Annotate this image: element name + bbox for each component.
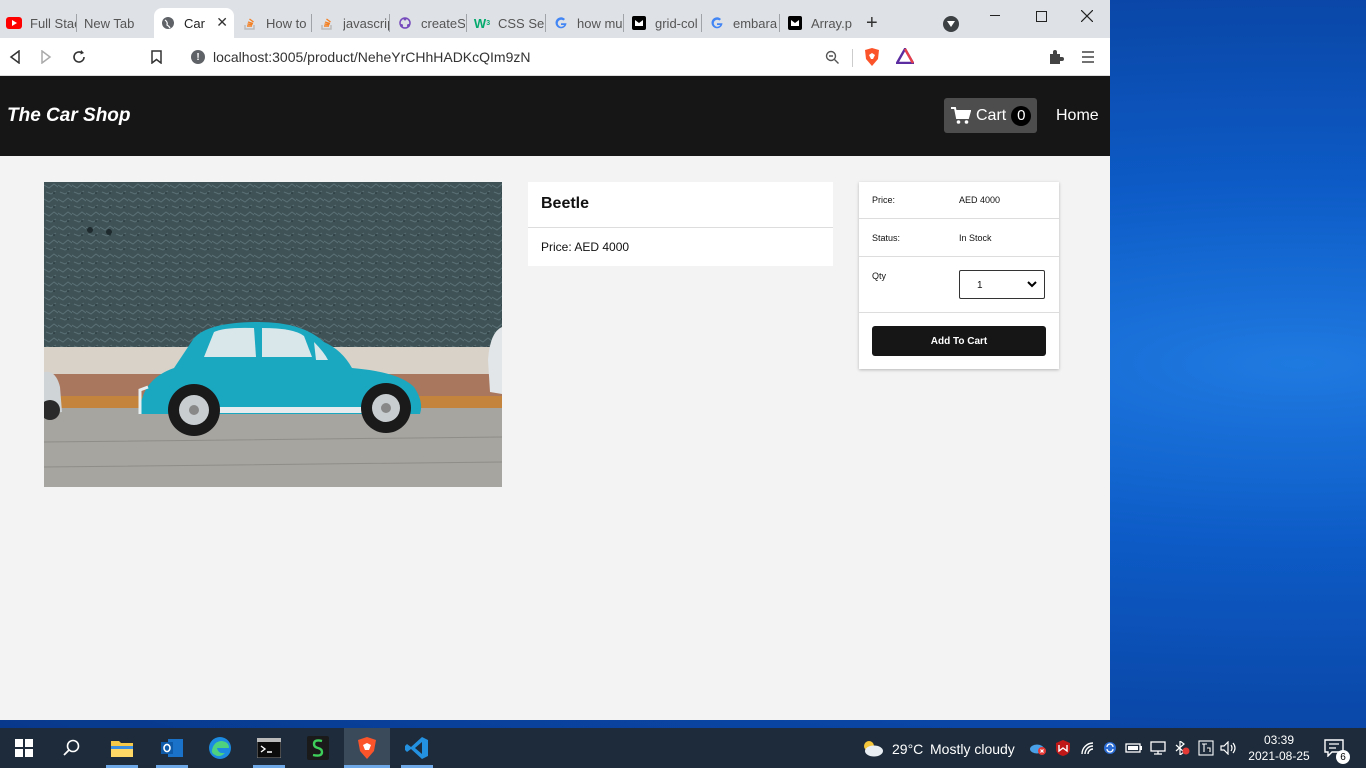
redux-icon: [397, 15, 413, 31]
purchase-card: Price: AED 4000 Status: In Stock Qty 1 A…: [859, 182, 1059, 369]
terminal-icon[interactable]: [257, 736, 281, 760]
globe-icon: [160, 15, 176, 31]
minimize-icon[interactable]: [972, 0, 1018, 32]
address-bar[interactable]: ! localhost:3005/product/NeheYrCHhHADKcQ…: [180, 42, 924, 72]
maximize-icon[interactable]: [1018, 0, 1064, 32]
status-value: In Stock: [959, 233, 992, 243]
tab-car-active[interactable]: Car ✕: [154, 8, 234, 38]
windows-taskbar: 29°C Mostly cloudy 03:39 2021-08-25 6: [0, 728, 1366, 768]
mcafee-icon[interactable]: [1053, 736, 1073, 760]
price-label: Price:: [872, 195, 896, 205]
bookmark-icon[interactable]: [145, 46, 167, 68]
vscode-icon[interactable]: [405, 736, 429, 760]
forward-icon[interactable]: [35, 46, 57, 68]
tab-strip: Full Stac New Tab Car ✕ How to javascrip…: [0, 0, 1110, 38]
back-icon[interactable]: [4, 46, 26, 68]
sync-icon[interactable]: [1100, 736, 1120, 760]
qty-selected-value: 1: [977, 280, 983, 291]
brave-rewards-icon[interactable]: [894, 46, 916, 69]
qty-select[interactable]: 1: [959, 270, 1045, 299]
tab-embarassing[interactable]: embara: [703, 8, 779, 38]
file-explorer-icon[interactable]: [110, 736, 134, 760]
add-to-cart-button[interactable]: Add To Cart: [872, 326, 1046, 356]
clock-date: 2021-08-25: [1248, 749, 1310, 763]
tab-css-selector[interactable]: W3 CSS Sel: [468, 8, 544, 38]
status-label: Status:: [872, 233, 901, 243]
tab-array-prototype[interactable]: Array.p: [781, 8, 857, 38]
plus-icon: +: [866, 11, 878, 34]
bluetooth-off-icon[interactable]: [1172, 736, 1192, 760]
edge-icon[interactable]: [208, 736, 232, 760]
extensions-icon[interactable]: [1045, 46, 1067, 68]
new-tab-button[interactable]: +: [866, 8, 888, 38]
close-tab-icon[interactable]: ✕: [216, 14, 228, 31]
search-icon[interactable]: [60, 736, 84, 760]
reload-icon[interactable]: [68, 46, 90, 68]
cart-icon: [951, 106, 971, 124]
system-clock[interactable]: 03:39 2021-08-25: [1242, 732, 1316, 764]
brave-icon[interactable]: [355, 736, 379, 760]
qty-label: Qty: [872, 271, 887, 281]
notification-count-badge: 6: [1336, 750, 1350, 764]
windows-start-icon[interactable]: [12, 736, 36, 760]
product-price: Price: AED 4000: [541, 240, 630, 254]
github-icon: [631, 15, 647, 31]
notifications-icon[interactable]: 6: [1322, 736, 1350, 764]
mdn-icon: [787, 15, 803, 31]
tab-javascript[interactable]: javascrip: [313, 8, 389, 38]
stackoverflow-icon: [242, 15, 258, 31]
divider: [528, 227, 833, 228]
product-title: Beetle: [541, 195, 590, 212]
brand-logo[interactable]: The Car Shop: [7, 105, 131, 127]
w3schools-icon: W3: [473, 15, 491, 31]
clock-time: 03:39: [1263, 733, 1295, 747]
divider: [859, 256, 1059, 257]
tab-search-icon[interactable]: [943, 16, 959, 32]
cart-label: Cart: [976, 106, 1007, 124]
outlook-icon[interactable]: [160, 736, 184, 760]
home-link[interactable]: Home: [1056, 107, 1099, 125]
product-details-card: Beetle Price: AED 4000: [528, 182, 833, 266]
product-image: [44, 182, 502, 487]
info-icon[interactable]: !: [191, 50, 205, 64]
google-icon: [553, 15, 569, 31]
youtube-icon: [6, 15, 22, 31]
browser-window: Full Stac New Tab Car ✕ How to javascrip…: [0, 0, 1110, 720]
chevron-down-icon: [1027, 281, 1037, 288]
cart-count-badge: 0: [1011, 105, 1032, 126]
scrivener-icon[interactable]: [306, 736, 330, 760]
cart-button[interactable]: Cart 0: [944, 98, 1037, 133]
onedrive-error-icon[interactable]: [1028, 736, 1048, 760]
weather-description[interactable]: Mostly cloudy: [930, 741, 1015, 757]
price-value: AED 4000: [959, 195, 1001, 205]
site-navbar: The Car Shop Cart 0 Home: [0, 76, 1110, 156]
tab-how-to[interactable]: How to: [236, 8, 310, 38]
google-icon: [709, 15, 725, 31]
weather-cloudy-icon[interactable]: [860, 736, 884, 760]
zoom-icon[interactable]: [825, 50, 840, 70]
browser-toolbar: ! localhost:3005/product/NeheYrCHhHADKcQ…: [0, 38, 1110, 76]
network-icon[interactable]: [1148, 736, 1168, 760]
tab-new-tab[interactable]: New Tab: [78, 8, 152, 38]
weather-temperature[interactable]: 29°C: [892, 741, 923, 757]
close-window-icon[interactable]: [1064, 0, 1110, 32]
brave-shields-icon[interactable]: [863, 47, 881, 72]
tab-createslice[interactable]: createSl: [391, 8, 465, 38]
volume-icon[interactable]: [1219, 736, 1239, 760]
tab-youtube[interactable]: Full Stac: [0, 8, 76, 38]
url-text[interactable]: localhost:3005/product/NeheYrCHhHADKcQIm…: [213, 49, 530, 65]
divider: [859, 312, 1059, 313]
tab-grid-col[interactable]: grid-col: [625, 8, 701, 38]
battery-icon[interactable]: [1124, 736, 1144, 760]
menu-icon[interactable]: [1077, 46, 1099, 68]
divider: [859, 218, 1059, 219]
stackoverflow-icon: [319, 15, 335, 31]
tab-how-much[interactable]: how mu: [547, 8, 623, 38]
wifi-icon[interactable]: [1078, 736, 1098, 760]
ime-language-icon[interactable]: [1196, 736, 1216, 760]
